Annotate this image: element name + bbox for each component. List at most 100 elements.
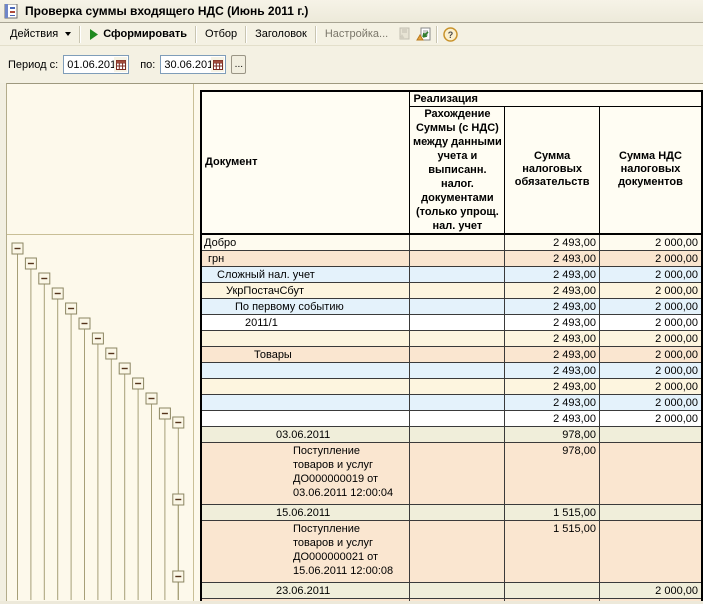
- document-cell: 15.06.2011: [201, 503, 411, 521]
- document-cell: [201, 409, 411, 427]
- save-settings-icon: [398, 27, 410, 40]
- table-row: По первому событию 2 493,00 2 000,00: [201, 297, 703, 315]
- document-cell: грн: [201, 249, 411, 267]
- discrepancy-cell: [409, 249, 506, 267]
- period-to-calendar-button[interactable]: [211, 57, 225, 72]
- period-more-button[interactable]: ...: [231, 55, 247, 74]
- tax-liabilities-cell: 2 493,00: [504, 329, 600, 347]
- generate-button[interactable]: Сформировать: [83, 25, 193, 43]
- tax-liabilities-cell: 2 493,00: [504, 361, 600, 379]
- period-to-field: [160, 55, 227, 74]
- period-from-field: [63, 55, 130, 74]
- vat-documents-cell: 2 000,00: [599, 281, 703, 299]
- collapse-button[interactable]: [105, 347, 118, 360]
- tax-liabilities-cell: 2 493,00: [504, 393, 600, 411]
- save-settings-button[interactable]: [394, 24, 414, 44]
- tax-liabilities-cell: 2 493,00: [504, 232, 600, 251]
- tax-liabilities-cell: 1 515,00: [504, 503, 600, 521]
- tax-liabilities-cell: [504, 581, 600, 599]
- discrepancy-cell: [409, 281, 506, 299]
- filter-button[interactable]: Отбор: [199, 25, 243, 43]
- help-icon: ?: [442, 26, 458, 42]
- tax-liabilities-cell: 2 493,00: [504, 249, 600, 267]
- period-from-calendar-button[interactable]: [114, 57, 128, 72]
- toolbar-separator: [314, 25, 317, 43]
- document-cell: [201, 393, 411, 411]
- table-row: 2 493,00 2 000,00: [201, 361, 703, 379]
- document-cell: Поступление товаров и услуг ДО000000019 от…: [201, 441, 411, 505]
- tax-liabilities-cell: 2 493,00: [504, 281, 600, 299]
- collapse-button[interactable]: [65, 302, 78, 315]
- column-header-discrepancy: Рахождение Суммы (с НДС) между данными у…: [409, 105, 506, 234]
- vat-documents-cell: [599, 425, 703, 443]
- report-table: Документ Реализация Рахождение Суммы (с …: [200, 90, 703, 601]
- table-row: 2 493,00 2 000,00: [201, 409, 703, 427]
- vat-documents-cell: 2 000,00: [599, 409, 703, 427]
- toolbar-separator: [195, 25, 197, 43]
- collapse-button[interactable]: [172, 570, 185, 583]
- settings-button[interactable]: Настройка...: [319, 25, 394, 43]
- vat-documents-cell: 2 000,00: [599, 345, 703, 363]
- tax-liabilities-cell: 978,00: [504, 425, 600, 443]
- app-window: { "window": { "title": "Проверка суммы в…: [0, 0, 703, 604]
- collapse-button[interactable]: [172, 493, 185, 506]
- document-cell: 03.06.2011: [201, 425, 411, 443]
- tax-liabilities-cell: 2 493,00: [504, 297, 600, 315]
- collapse-button[interactable]: [11, 242, 24, 255]
- document-cell: По первому событию: [201, 297, 411, 315]
- tax-liabilities-cell: 1 515,00: [504, 519, 600, 583]
- vat-documents-cell: 2 000,00: [599, 377, 703, 395]
- column-header-group-realization: Реализация: [409, 90, 703, 107]
- collapse-button[interactable]: [24, 257, 37, 270]
- document-cell: Добро: [201, 232, 411, 251]
- document-cell: Сложный нал. учет: [201, 265, 411, 283]
- tax-liabilities-cell: 978,00: [504, 441, 600, 505]
- discrepancy-cell: [409, 313, 506, 331]
- vat-documents-cell: 2 000,00: [599, 581, 703, 599]
- column-header-vat-documents: Сумма НДС налоговых документов: [598, 105, 703, 234]
- header-label: Заголовок: [255, 28, 307, 40]
- discrepancy-cell: [409, 361, 506, 379]
- collapse-button[interactable]: [38, 272, 51, 285]
- collapse-button[interactable]: [118, 362, 131, 375]
- collapse-button[interactable]: [132, 377, 145, 390]
- actions-button[interactable]: Действия: [4, 25, 77, 43]
- discrepancy-cell: [409, 409, 506, 427]
- filter-label: Отбор: [205, 28, 238, 40]
- table-row: Товары 2 493,00 2 000,00: [201, 345, 703, 363]
- toolbar-separator: [436, 25, 439, 43]
- table-row: Поступление товаров и услуг ДО000000019 от…: [201, 441, 703, 505]
- help-button[interactable]: ?: [440, 24, 460, 44]
- collapse-button[interactable]: [145, 392, 158, 405]
- calendar-icon: [212, 59, 223, 70]
- discrepancy-cell: [409, 393, 506, 411]
- document-cell: УкрПостачСбут: [201, 281, 411, 299]
- table-row: 15.06.2011 1 515,00: [201, 503, 703, 521]
- settings-label: Настройка...: [324, 28, 389, 40]
- table-row: 2 493,00 2 000,00: [201, 377, 703, 395]
- document-cell: [201, 361, 411, 379]
- collapse-button[interactable]: [172, 416, 185, 429]
- restore-values-button[interactable]: [414, 24, 434, 44]
- table-row: 2011/1 2 493,00 2 000,00: [201, 313, 703, 331]
- collapse-button[interactable]: [78, 317, 91, 330]
- column-header-document: Документ: [200, 90, 411, 234]
- table-row: Добро 2 493,00 2 000,00: [201, 232, 703, 251]
- vat-documents-cell: [599, 441, 703, 505]
- collapse-button[interactable]: [91, 332, 104, 345]
- period-to-label: по:: [140, 58, 156, 71]
- play-icon: [90, 28, 99, 40]
- collapse-button[interactable]: [51, 287, 64, 300]
- header-button[interactable]: Заголовок: [249, 25, 313, 43]
- column-header-tax-liabilities: Сумма налоговых обязательств: [504, 105, 600, 234]
- discrepancy-cell: [409, 345, 506, 363]
- discrepancy-cell: [409, 329, 506, 347]
- table-row: 2 493,00 2 000,00: [201, 393, 703, 411]
- collapse-button[interactable]: [158, 407, 171, 420]
- svg-text:?: ?: [447, 30, 453, 40]
- actions-label: Действия: [10, 28, 59, 40]
- document-cell: 23.06.2011: [201, 581, 411, 599]
- tax-liabilities-cell: 2 493,00: [504, 377, 600, 395]
- table-row: УкрПостачСбут 2 493,00 2 000,00: [201, 281, 703, 299]
- document-cell: Товары: [201, 345, 411, 363]
